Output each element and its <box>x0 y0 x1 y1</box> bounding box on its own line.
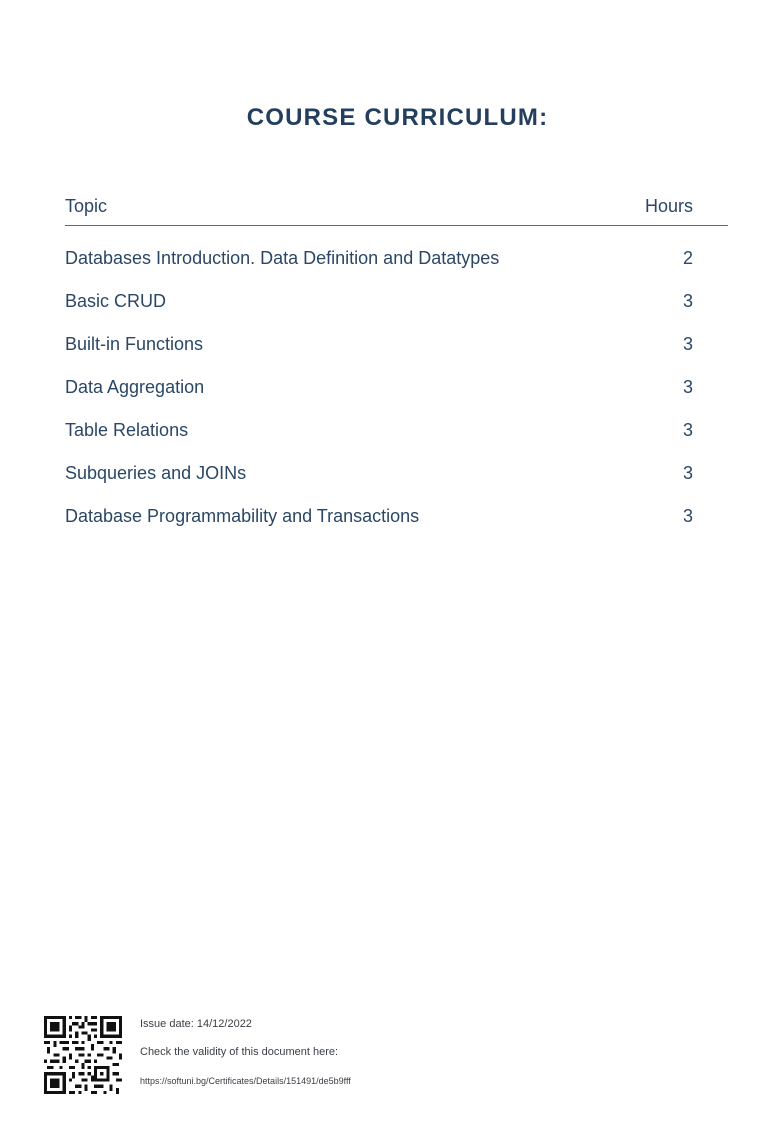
hours-cell: 3 <box>682 291 693 311</box>
table-row: Subqueries and JOINs 3 <box>65 463 728 506</box>
table-row: Database Programmability and Transaction… <box>65 506 728 549</box>
qr-code-icon <box>44 1016 122 1094</box>
hours-cell: 3 <box>682 334 693 354</box>
curriculum-table: Topic Hours Databases Introduction. Data… <box>65 194 728 549</box>
hours-column-header: Hours <box>644 196 693 216</box>
certificate-link[interactable]: https://softuni.bg/Certificates/Details/… <box>140 1076 351 1086</box>
topic-cell: Basic CRUD <box>65 291 167 311</box>
hours-cell: 3 <box>682 420 693 440</box>
page-title: COURSE CURRICULUM: <box>246 104 549 131</box>
topic-cell: Databases Introduction. Data Definition … <box>65 248 500 268</box>
hours-cell: 2 <box>682 248 693 268</box>
hours-cell: 3 <box>682 463 693 483</box>
table-row: Basic CRUD 3 <box>65 291 728 334</box>
table-row: Databases Introduction. Data Definition … <box>65 248 728 291</box>
table-row: Built-in Functions 3 <box>65 334 728 377</box>
hours-cell: 3 <box>682 377 693 397</box>
topic-cell: Subqueries and JOINs <box>65 463 247 483</box>
topic-cell: Table Relations <box>65 420 189 440</box>
topic-cell: Data Aggregation <box>65 377 205 397</box>
topic-cell: Database Programmability and Transaction… <box>65 506 420 526</box>
table-row: Table Relations 3 <box>65 420 728 463</box>
issue-date: Issue date: 14/12/2022 <box>140 1018 252 1030</box>
validity-note: Check the validity of this document here… <box>140 1046 339 1058</box>
hours-cell: 3 <box>682 506 693 526</box>
topic-cell: Built-in Functions <box>65 334 204 354</box>
table-row: Data Aggregation 3 <box>65 377 728 420</box>
topic-column-header: Topic <box>65 196 108 216</box>
table-body: Databases Introduction. Data Definition … <box>65 248 728 549</box>
document-footer: Issue date: 14/12/2022 Check the validit… <box>44 1016 464 1094</box>
table-header: Topic Hours <box>65 194 728 226</box>
